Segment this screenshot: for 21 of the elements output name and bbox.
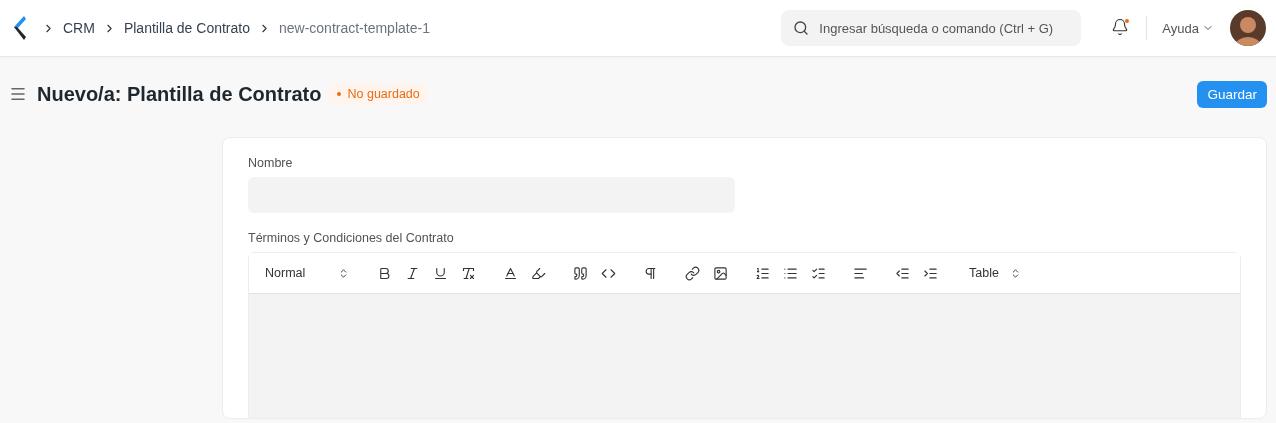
up-down-icon (1010, 267, 1021, 279)
breadcrumb-link[interactable]: CRM (63, 20, 95, 36)
logo-icon[interactable] (12, 15, 26, 41)
help-menu[interactable]: Ayuda (1162, 20, 1214, 36)
page-title: Nuevo/a: Plantilla de Contrato (37, 82, 322, 106)
avatar[interactable] (1230, 10, 1266, 46)
breadcrumb-link[interactable]: new-contract-template-1 (278, 20, 430, 36)
search-icon (793, 20, 810, 36)
status-badge: No guardado (329, 83, 428, 105)
field-label: Nombre (248, 156, 294, 170)
quote-icon[interactable] (571, 264, 589, 282)
field-label: Términos y Condiciones del Contrato (248, 231, 455, 245)
search-input[interactable]: Ingresar búsqueda o comando (Ctrl + G) (819, 20, 1070, 36)
menu-icon[interactable] (9, 85, 27, 103)
format-select[interactable]: Normal (265, 266, 349, 280)
image-icon[interactable] (711, 264, 729, 282)
breadcrumb-link[interactable]: Plantilla de Contrato (123, 20, 250, 36)
search-field[interactable]: Ingresar búsqueda o comando (Ctrl + G) (781, 10, 1082, 46)
link-icon[interactable] (683, 264, 701, 282)
table-select[interactable]: Table (969, 266, 1021, 280)
up-down-icon (338, 267, 349, 279)
